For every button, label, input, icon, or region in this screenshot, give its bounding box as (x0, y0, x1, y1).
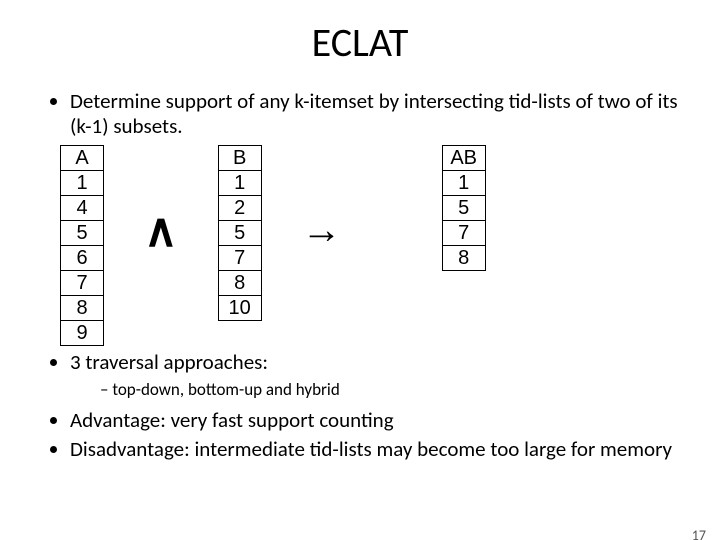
bullet-3: Advantage: very fast support counting (70, 408, 700, 433)
tidlist-A-header: A (61, 146, 104, 171)
bullet-4: Disadvantage: intermediate tid-lists may… (70, 437, 700, 462)
tidlist-A-cell: 9 (61, 321, 104, 346)
tidlist-A-cell: 6 (61, 246, 104, 271)
tidlist-B-cell: 8 (218, 271, 261, 296)
tidlist-B-cell: 5 (218, 221, 261, 246)
sub-bullet-1: top-down, bottom-up and hybrid (100, 380, 700, 400)
bullet-list: Determine support of any k-itemset by in… (40, 89, 700, 139)
arrow-operator: → (302, 210, 342, 250)
tidlist-A: A 1 4 5 6 7 8 9 (60, 145, 104, 346)
tidlist-A-cell: 1 (61, 171, 104, 196)
bullet-1: Determine support of any k-itemset by in… (70, 89, 700, 139)
tidlist-B-cell: 7 (218, 246, 261, 271)
intersect-operator: ∧ (144, 207, 178, 253)
tidlist-A-cell: 8 (61, 296, 104, 321)
tidlist-AB-cell: 5 (442, 196, 485, 221)
tidlist-B-cell: 2 (218, 196, 261, 221)
tidlist-B-cell: 10 (218, 296, 261, 321)
tidlist-B-cell: 1 (218, 171, 261, 196)
bullet-list-2: 3 traversal approaches: top-down, bottom… (40, 350, 700, 462)
tidlist-AB-cell: 7 (442, 221, 485, 246)
tidlist-AB-cell: 8 (442, 246, 485, 271)
tidlist-A-cell: 4 (61, 196, 104, 221)
tidlist-B-header: B (218, 146, 261, 171)
slide-title: ECLAT (0, 18, 720, 67)
page-number: 17 (692, 527, 706, 540)
sub-bullet-list: top-down, bottom-up and hybrid (70, 380, 700, 400)
tidlist-B: B 1 2 5 7 8 10 (218, 145, 262, 321)
tidlist-diagram: A 1 4 5 6 7 8 9 ∧ B 1 2 5 7 8 10 → AB 1 … (60, 145, 720, 346)
tidlist-A-cell: 5 (61, 221, 104, 246)
tidlist-A-cell: 7 (61, 271, 104, 296)
tidlist-AB-cell: 1 (442, 171, 485, 196)
tidlist-AB-header: AB (442, 146, 485, 171)
bullet-2: 3 traversal approaches: top-down, bottom… (70, 350, 700, 400)
bullet-2-text: 3 traversal approaches: (70, 349, 268, 375)
tidlist-AB: AB 1 5 7 8 (442, 145, 486, 271)
